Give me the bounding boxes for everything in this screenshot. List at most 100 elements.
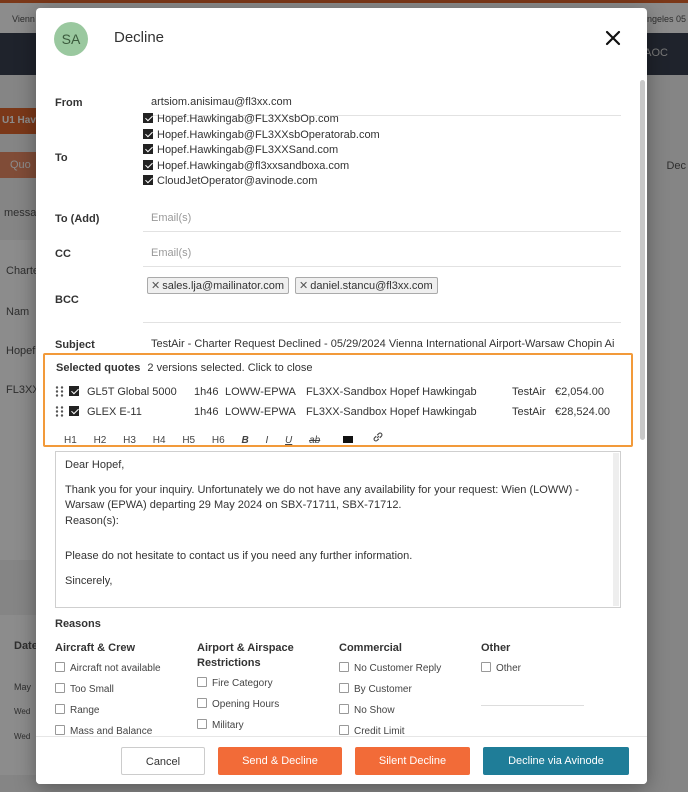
from-row: From artsiom.anisimau@fl3xx.com xyxy=(55,88,621,116)
selected-quotes-summary: 2 versions selected. Click to close xyxy=(147,362,313,374)
bcc-input[interactable]: ✕ sales.lja@mailinator.com ✕ daniel.stancu@… xyxy=(143,275,621,323)
checkbox-icon[interactable] xyxy=(197,698,207,708)
close-button[interactable] xyxy=(601,26,625,50)
toolbar-strikethrough-button[interactable]: ab xyxy=(309,435,320,446)
checkbox-icon[interactable] xyxy=(55,725,65,735)
drag-handle-icon[interactable] xyxy=(55,406,64,417)
selected-quotes-header[interactable]: Selected quotes 2 versions selected. Cli… xyxy=(56,362,313,374)
to-recipient[interactable]: Hopef.Hawkingab@fl3xxsandboxa.com xyxy=(143,159,380,175)
reason-label: Fire Category xyxy=(212,678,273,689)
editor-paragraph: Please do not hesitate to contact us if … xyxy=(65,550,413,562)
drag-handle-icon[interactable] xyxy=(55,386,64,397)
checkbox-checked-icon[interactable] xyxy=(143,175,153,186)
from-label: From xyxy=(55,97,83,109)
link-icon[interactable] xyxy=(372,431,384,446)
bcc-tag: ✕ daniel.stancu@fl3xx.com xyxy=(295,277,438,294)
checkbox-checked-icon[interactable] xyxy=(143,128,153,139)
to-label: To xyxy=(55,152,68,164)
toolbar-h6-button[interactable]: H6 xyxy=(212,435,225,446)
reason-option[interactable]: By Customer xyxy=(339,683,479,704)
reason-label: No Show xyxy=(354,705,395,716)
toolbar-h2-button[interactable]: H2 xyxy=(94,435,107,446)
checkbox-checked-icon[interactable] xyxy=(69,386,79,396)
checkbox-icon[interactable] xyxy=(197,677,207,687)
reason-label: Other xyxy=(496,663,522,674)
reason-option[interactable]: Other xyxy=(481,662,591,683)
checkbox-icon[interactable] xyxy=(339,662,349,672)
close-icon xyxy=(605,30,621,46)
reason-option[interactable]: Too Small xyxy=(55,683,195,704)
to-recipient[interactable]: Hopef.Hawkingab@FL3XXsbOp.com xyxy=(143,112,380,128)
remove-tag-icon[interactable]: ✕ xyxy=(299,280,308,292)
send-and-decline-button[interactable]: Send & Decline xyxy=(218,747,342,775)
checkbox-checked-icon[interactable] xyxy=(69,406,79,416)
checkbox-icon[interactable] xyxy=(55,683,65,693)
reasons-other: Other Other xyxy=(481,641,591,683)
quote-row xyxy=(55,406,83,418)
checkbox-icon[interactable] xyxy=(339,725,349,735)
selected-quotes-label: Selected quotes xyxy=(56,362,141,374)
toolbar-h1-button[interactable]: H1 xyxy=(64,435,77,446)
reason-option[interactable]: Aircraft not available xyxy=(55,662,195,683)
to-recipient[interactable]: Hopef.Hawkingab@FL3XXSand.com xyxy=(143,143,380,159)
silent-decline-button[interactable]: Silent Decline xyxy=(355,747,470,775)
editor-toolbar: H1 H2 H3 H4 H5 H6 B I U ab xyxy=(64,431,384,446)
subject-label: Subject xyxy=(55,339,95,351)
toolbar-h3-button[interactable]: H3 xyxy=(123,435,136,446)
reason-option[interactable]: Opening Hours xyxy=(197,698,332,719)
to-recipient[interactable]: Hopef.Hawkingab@FL3XXsbOperatorab.com xyxy=(143,128,380,144)
reason-option[interactable]: Range xyxy=(55,704,195,725)
checkbox-icon[interactable] xyxy=(55,662,65,672)
cc-row: CC Email(s) xyxy=(55,239,621,267)
checkbox-icon[interactable] xyxy=(481,662,491,672)
modal-scrollbar[interactable] xyxy=(638,70,645,736)
to-row: To Hopef.Hawkingab@FL3XXsbOp.com Hopef.H… xyxy=(55,112,621,192)
checkbox-icon[interactable] xyxy=(339,683,349,693)
scrollbar-thumb[interactable] xyxy=(640,80,645,440)
message-editor[interactable]: Dear Hopef, Thank you for your inquiry. … xyxy=(55,451,621,608)
remove-tag-icon[interactable]: ✕ xyxy=(151,280,160,292)
quote-route: LOWW-EPWA xyxy=(225,406,296,418)
toolbar-underline-button[interactable]: U xyxy=(285,435,292,446)
to-recipient-email: CloudJetOperator@avinode.com xyxy=(157,175,318,188)
toolbar-h4-button[interactable]: H4 xyxy=(153,435,166,446)
reason-label: Military xyxy=(212,720,244,731)
checkbox-icon[interactable] xyxy=(55,704,65,714)
modal-title: Decline xyxy=(114,29,165,46)
toolbar-bold-button[interactable]: B xyxy=(241,435,248,446)
bcc-tag-email: daniel.stancu@fl3xx.com xyxy=(310,280,433,292)
cc-input[interactable]: Email(s) xyxy=(143,247,621,267)
quote-route: LOWW-EPWA xyxy=(225,386,296,398)
reason-label: By Customer xyxy=(354,684,412,695)
to-add-input[interactable]: Email(s) xyxy=(143,212,621,232)
color-swatch-icon[interactable] xyxy=(342,436,353,443)
checkbox-checked-icon[interactable] xyxy=(143,159,153,170)
decline-via-avinode-button[interactable]: Decline via Avinode xyxy=(483,747,629,775)
modal-footer: Cancel Send & Decline Silent Decline Dec… xyxy=(36,736,647,784)
to-add-label: To (Add) xyxy=(55,213,100,225)
quote-company: TestAir xyxy=(512,406,546,418)
toolbar-italic-button[interactable]: I xyxy=(265,435,268,446)
checkbox-icon[interactable] xyxy=(197,719,207,729)
reasons-airport-airspace: Airport & Airspace Restrictions Fire Cat… xyxy=(197,641,332,740)
quote-aircraft: GLEX E-11 xyxy=(87,406,142,418)
checkbox-checked-icon[interactable] xyxy=(143,144,153,155)
editor-reasons-line: Reason(s): xyxy=(65,514,119,527)
reasons-heading: Other xyxy=(481,642,511,654)
cc-label: CC xyxy=(55,248,71,260)
other-reason-input[interactable] xyxy=(481,705,584,706)
quote-operator: FL3XX-Sandbox Hopef Hawkingab xyxy=(306,406,477,418)
reasons-heading: Airport & Airspace Restrictions xyxy=(197,642,294,669)
reason-option[interactable]: Fire Category xyxy=(197,677,332,698)
decline-modal: SA Decline From artsiom.anisimau@fl3xx.c… xyxy=(36,8,647,784)
cancel-button[interactable]: Cancel xyxy=(121,747,205,775)
checkbox-checked-icon[interactable] xyxy=(143,113,153,123)
editor-scrollbar[interactable] xyxy=(613,453,619,606)
editor-greeting: Dear Hopef, xyxy=(65,459,125,471)
bcc-label: BCC xyxy=(55,294,79,306)
reason-option[interactable]: No Show xyxy=(339,704,479,725)
checkbox-icon[interactable] xyxy=(339,704,349,714)
to-recipient[interactable]: CloudJetOperator@avinode.com xyxy=(143,174,380,190)
toolbar-h5-button[interactable]: H5 xyxy=(182,435,195,446)
reason-option[interactable]: No Customer Reply xyxy=(339,662,479,683)
